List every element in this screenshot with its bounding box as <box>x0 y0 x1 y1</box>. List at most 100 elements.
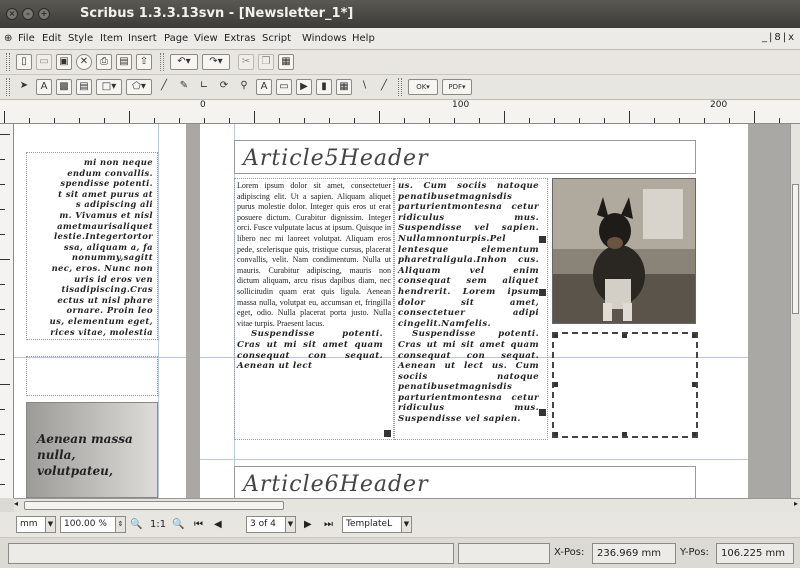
mdi-window-controls[interactable]: _|8|x <box>762 32 796 43</box>
cut-icon[interactable]: ✂ <box>238 54 254 70</box>
left-text-frame[interactable]: mi non neque endum convallis. spendisse po… <box>26 152 158 340</box>
article5-header-frame[interactable]: Article5Header <box>234 140 696 174</box>
freehand-icon[interactable]: ∟ <box>196 79 212 95</box>
maximize-window-icon[interactable]: + <box>38 8 50 20</box>
next-page-icon[interactable]: ▶ <box>304 516 312 533</box>
polygon-icon[interactable]: ⬠▾ <box>126 79 152 95</box>
zoom-out-icon[interactable]: 🔍 <box>130 516 142 533</box>
resize-handle[interactable] <box>692 334 696 338</box>
horizontal-scroll-thumb[interactable] <box>24 501 284 510</box>
new-document-icon[interactable]: ▯ <box>16 54 32 70</box>
rotate-icon[interactable]: ⟳ <box>216 79 232 95</box>
toolbar-grip[interactable] <box>398 78 402 96</box>
previous-page-icon[interactable]: ◀ <box>214 516 222 533</box>
selected-empty-frame[interactable] <box>552 332 698 438</box>
close-window-icon[interactable]: × <box>6 8 18 20</box>
close-document-icon[interactable]: ✕ <box>76 54 92 70</box>
menu-windows[interactable]: Windows <box>302 33 347 44</box>
resize-handle[interactable] <box>554 432 558 436</box>
zoom-input[interactable]: 100.00 % ⇕ <box>60 516 126 533</box>
image-frame-icon[interactable]: ▩ <box>56 79 72 95</box>
document-canvas[interactable]: mi non neque endum convallis. spendisse po… <box>14 124 790 498</box>
ruler-tick <box>0 234 5 235</box>
zoom-icon[interactable]: ⚲ <box>236 79 252 95</box>
resize-handle[interactable] <box>554 334 558 338</box>
pdf-button-icon[interactable]: OK▾ <box>408 79 438 95</box>
zoom-in-icon[interactable]: 🔍 <box>172 516 184 533</box>
menu-file[interactable]: File <box>18 33 35 44</box>
menu-insert[interactable]: Insert <box>128 33 157 44</box>
article5-column1[interactable]: Lorem ipsum dolor sit amet, consectetuer… <box>234 178 394 440</box>
first-page-icon[interactable]: ⏮ <box>194 516 203 533</box>
ruler-tick <box>0 359 5 360</box>
vertical-ruler[interactable] <box>0 124 14 498</box>
shape-icon[interactable]: □▾ <box>96 79 122 95</box>
toolbar-grip[interactable] <box>160 53 164 71</box>
unlink-frames-icon[interactable]: ▮ <box>316 79 332 95</box>
vertical-scroll-thumb[interactable] <box>792 184 799 314</box>
copy-icon[interactable]: ❐ <box>258 54 274 70</box>
layer-value: TemplateL <box>346 519 393 529</box>
pdf-field-icon[interactable]: PDF▾ <box>442 79 472 95</box>
article5-column2[interactable]: us. Cum sociis natoque penatibusetmagnis… <box>394 178 548 440</box>
page-select[interactable]: 3 of 4 ▼ <box>246 516 296 533</box>
open-document-icon[interactable]: ▭ <box>36 54 52 70</box>
app-menu-icon[interactable]: ⊕ <box>4 33 12 44</box>
select-arrow-icon[interactable]: ➤ <box>16 79 32 95</box>
left-text-line: tisadipiscing.Cras <box>61 284 153 295</box>
resize-handle[interactable] <box>622 432 627 436</box>
resize-handle[interactable] <box>554 382 558 387</box>
menu-item[interactable]: Item <box>100 33 123 44</box>
layer-select[interactable]: TemplateL ▼ <box>342 516 412 533</box>
bezier-icon[interactable]: ✎ <box>176 79 192 95</box>
horizontal-ruler[interactable]: 0 100 200 <box>0 100 800 124</box>
vertical-scrollbar[interactable] <box>790 124 800 498</box>
ruler-tick <box>0 334 5 335</box>
empty-text-frame[interactable] <box>26 356 158 396</box>
menu-help[interactable]: Help <box>352 33 375 44</box>
toolbar-grip[interactable] <box>6 53 10 71</box>
render-frame-icon[interactable]: ▤ <box>76 79 92 95</box>
preflight-icon[interactable]: ▤ <box>116 54 132 70</box>
article6-header-frame[interactable]: Article6Header <box>234 466 696 498</box>
dog-photo-frame[interactable] <box>552 178 696 324</box>
last-page-icon[interactable]: ⏭ <box>324 516 333 533</box>
pdf-export-icon[interactable]: ⇧ <box>136 54 152 70</box>
measure-icon[interactable]: ∖ <box>356 79 372 95</box>
scroll-right-icon[interactable]: ▸ <box>794 499 798 508</box>
save-icon[interactable]: ▣ <box>56 54 72 70</box>
zoom-reset-button[interactable]: 1:1 <box>150 516 166 533</box>
menu-view[interactable]: View <box>194 33 218 44</box>
left-text-line: spendisse potenti. <box>60 178 153 189</box>
unit-select[interactable]: mm ▼ <box>16 516 56 533</box>
undo-icon[interactable]: ↶▾ <box>170 54 198 70</box>
edit-text-icon[interactable]: ▭ <box>276 79 292 95</box>
menu-page[interactable]: Page <box>164 33 188 44</box>
resize-handle[interactable] <box>692 382 696 387</box>
ruler-tick <box>604 118 605 123</box>
menu-edit[interactable]: Edit <box>42 33 61 44</box>
table-icon[interactable]: ▦ <box>336 79 352 95</box>
ruler-label-0: 0 <box>200 100 206 110</box>
minimize-window-icon[interactable]: – <box>22 8 34 20</box>
paste-icon[interactable]: ▦ <box>278 54 294 70</box>
eyedropper-icon[interactable]: ╱ <box>376 79 392 95</box>
redo-icon[interactable]: ↷▾ <box>202 54 230 70</box>
menu-style[interactable]: Style <box>68 33 93 44</box>
resize-handle[interactable] <box>622 334 627 338</box>
ruler-tick <box>454 118 455 123</box>
line-icon[interactable]: ╱ <box>156 79 172 95</box>
edit-contents-icon[interactable]: A <box>256 79 272 95</box>
resize-handle[interactable] <box>692 432 696 436</box>
menu-script[interactable]: Script <box>262 33 291 44</box>
menu-extras[interactable]: Extras <box>224 33 256 44</box>
print-icon[interactable]: ⎙ <box>96 54 112 70</box>
left-text-line: ornare. Proin leo <box>66 305 153 316</box>
horizontal-scrollbar[interactable]: ◂ ▸ <box>14 498 800 512</box>
link-frames-icon[interactable]: ▶ <box>296 79 312 95</box>
text-frame-icon[interactable]: A <box>36 79 52 95</box>
shaded-text-box[interactable]: Aenean massa nulla, volutpateu, <box>26 402 158 498</box>
ruler-tick <box>54 118 55 123</box>
scroll-left-icon[interactable]: ◂ <box>14 499 18 508</box>
toolbar-grip[interactable] <box>6 78 10 96</box>
